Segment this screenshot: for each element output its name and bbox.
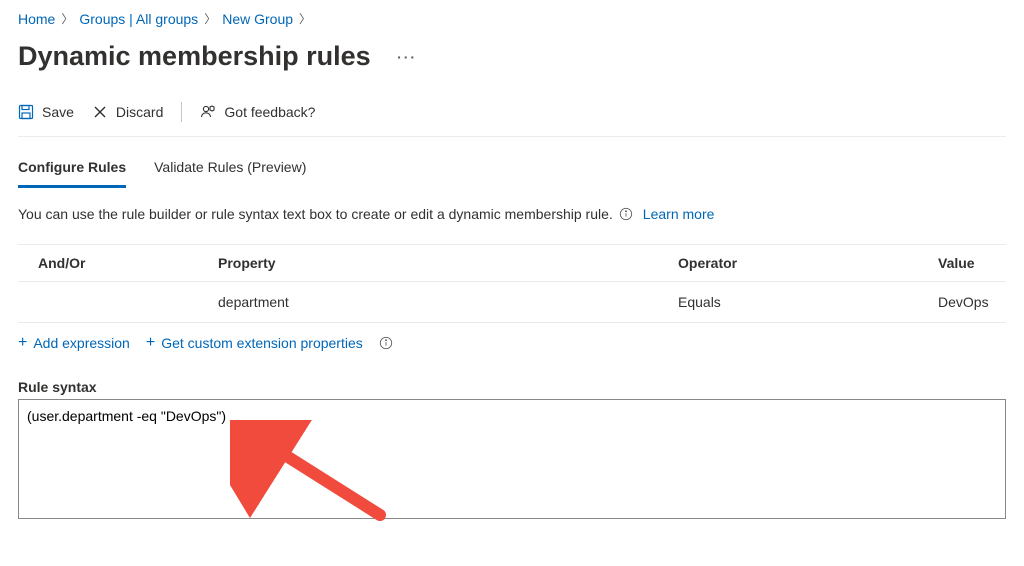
breadcrumb-home[interactable]: Home xyxy=(18,11,55,27)
page-title: Dynamic membership rules xyxy=(18,41,371,72)
cell-value[interactable]: DevOps xyxy=(938,294,1006,310)
tab-validate-rules[interactable]: Validate Rules (Preview) xyxy=(154,151,306,188)
chevron-right-icon: 〉 xyxy=(61,10,73,27)
cell-property[interactable]: department xyxy=(218,294,678,310)
breadcrumb-new-group[interactable]: New Group xyxy=(222,11,293,27)
save-icon xyxy=(18,104,34,120)
breadcrumb: Home 〉 Groups | All groups 〉 New Group 〉 xyxy=(18,10,1006,27)
table-row: department Equals DevOps xyxy=(18,282,1006,322)
toolbar-divider xyxy=(181,102,182,122)
info-icon xyxy=(379,336,393,350)
breadcrumb-groups[interactable]: Groups | All groups xyxy=(79,11,198,27)
plus-icon: + xyxy=(146,335,155,351)
get-custom-extension-label: Get custom extension properties xyxy=(161,335,363,351)
tab-configure-rules[interactable]: Configure Rules xyxy=(18,151,126,188)
discard-button[interactable]: Discard xyxy=(92,104,163,120)
learn-more-link[interactable]: Learn more xyxy=(643,206,715,222)
col-header-andor: And/Or xyxy=(18,255,218,271)
add-expression-label: Add expression xyxy=(33,335,130,351)
add-expression-button[interactable]: + Add expression xyxy=(18,335,130,351)
command-bar: Save Discard Got feedback? xyxy=(18,102,1006,137)
info-icon xyxy=(619,207,633,221)
get-custom-extension-button[interactable]: + Get custom extension properties xyxy=(146,335,363,351)
rule-syntax-label: Rule syntax xyxy=(18,379,1006,395)
feedback-button[interactable]: Got feedback? xyxy=(200,104,315,120)
col-header-property: Property xyxy=(218,255,678,271)
save-label: Save xyxy=(42,104,74,120)
col-header-value: Value xyxy=(938,255,1006,271)
chevron-right-icon: 〉 xyxy=(299,10,311,27)
tab-strip: Configure Rules Validate Rules (Preview) xyxy=(18,151,1006,188)
chevron-right-icon: 〉 xyxy=(204,10,216,27)
cell-operator[interactable]: Equals xyxy=(678,294,938,310)
plus-icon: + xyxy=(18,335,27,351)
save-button[interactable]: Save xyxy=(18,104,74,120)
description-row: You can use the rule builder or rule syn… xyxy=(18,206,1006,222)
close-icon xyxy=(92,104,108,120)
table-actions: + Add expression + Get custom extension … xyxy=(18,335,1006,351)
feedback-icon xyxy=(200,104,216,120)
feedback-label: Got feedback? xyxy=(224,104,315,120)
discard-label: Discard xyxy=(116,104,163,120)
rule-syntax-textarea[interactable] xyxy=(18,399,1006,519)
rules-table: And/Or Property Operator Value departmen… xyxy=(18,244,1006,323)
more-actions-button[interactable]: ··· xyxy=(397,49,417,65)
table-header-row: And/Or Property Operator Value xyxy=(18,245,1006,282)
description-text: You can use the rule builder or rule syn… xyxy=(18,206,613,222)
col-header-operator: Operator xyxy=(678,255,938,271)
